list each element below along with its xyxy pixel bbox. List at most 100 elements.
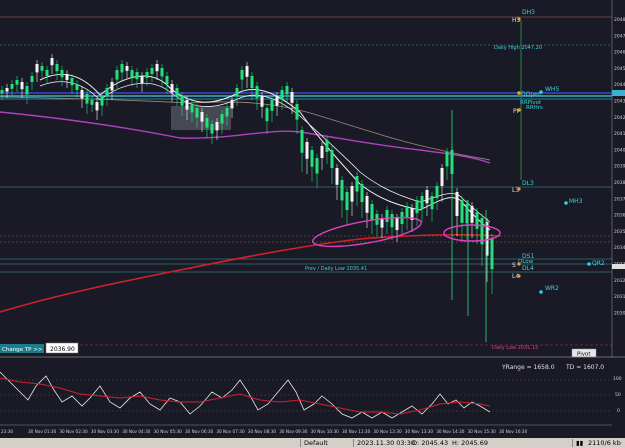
price-tick: 2042: [614, 115, 625, 121]
change-tp-value: 2036.90: [50, 346, 75, 353]
candle-body: [460, 200, 464, 223]
label-prev-daily-low: Prev / Daily Low 2035.41: [305, 266, 367, 272]
price-tick: 2035: [614, 229, 625, 235]
candle-body: [230, 100, 234, 109]
time-tick: 30 Nov 11:30: [342, 429, 371, 434]
candle-body: [295, 104, 299, 120]
price-tick: 2036: [614, 213, 625, 219]
candle-body: [455, 192, 459, 216]
label-wr2: WR2: [545, 285, 559, 292]
candle-body: [435, 186, 439, 198]
candle-body: [395, 218, 399, 230]
time-tick: 23:30: [1, 429, 13, 434]
candle-body: [45, 70, 49, 76]
label-s: S: [512, 262, 516, 269]
candle-body: [95, 102, 99, 111]
time-tick: 30 Nov 12:30: [373, 429, 402, 434]
candle-body: [185, 100, 189, 110]
candle-body: [325, 140, 329, 152]
candle-body: [115, 70, 119, 80]
candle-body: [370, 204, 374, 220]
candle-body: [340, 180, 344, 201]
status-traffic: 2110/6 kb: [588, 439, 621, 447]
candle-body: [120, 64, 124, 73]
time-axis: 23:30 30 Nov 01:30 30 Nov 02:30 30 Nov 03:3…: [1, 429, 528, 434]
candle-body: [305, 142, 309, 159]
candle-body: [440, 168, 444, 186]
status-traffic-icon: ▮▮: [576, 439, 584, 447]
time-tick: 30 Nov 03:30: [91, 429, 120, 434]
label-mh3: MH3: [569, 198, 583, 205]
candle-body: [30, 76, 34, 82]
change-tp-widget[interactable]: Change TP >> 2036.90: [0, 342, 79, 354]
candle-body: [200, 112, 204, 122]
osc-scale-0: 0: [617, 408, 620, 414]
candle-body: [195, 108, 199, 118]
price-tick: 2043: [614, 99, 625, 105]
candle-body: [145, 72, 149, 78]
time-tick: 30 Nov 02:30: [59, 429, 88, 434]
label-daily-high: Daily High 2047.20: [494, 45, 542, 51]
price-tick: 2048: [614, 17, 625, 23]
candle-body: [415, 200, 419, 214]
candle-body: [105, 88, 109, 97]
candle-body: [210, 124, 214, 134]
candle-body: [55, 64, 59, 72]
candle-body: [420, 196, 424, 210]
label-dl4: DL4: [522, 265, 534, 272]
oscillator-yrange: YRange = 1658.0: [501, 364, 555, 371]
candle-body: [300, 130, 304, 153]
price-tick: 2045: [614, 66, 625, 72]
pivot-button[interactable]: Pivot: [571, 348, 597, 358]
candle-body: [430, 196, 434, 210]
candle-body: [260, 96, 264, 107]
candle-body: [65, 74, 69, 80]
candle-body: [330, 150, 334, 168]
trading-chart[interactable]: DH3 H3 Daily High 2047.20 WH5 DOpen RRPi…: [0, 0, 625, 448]
price-tick: 2041: [614, 131, 625, 137]
candle-body: [25, 86, 29, 95]
status-profile: Default: [304, 439, 328, 447]
candle-body: [255, 86, 259, 98]
candle-body: [280, 90, 284, 100]
candle-body: [385, 210, 389, 222]
price-marker-orange: [612, 264, 625, 269]
price-tick: 2031: [614, 294, 625, 300]
candle-body: [365, 196, 369, 213]
candle-body: [140, 76, 144, 84]
candle-body: [15, 80, 19, 85]
price-tick: 2037: [614, 196, 625, 202]
time-tick: 30 Nov 16:30: [499, 429, 528, 434]
candle-body: [335, 168, 339, 185]
candle-body: [70, 78, 74, 86]
candle-body: [10, 84, 14, 89]
candle-body: [470, 206, 474, 223]
time-tick: 30 Nov 08:30: [248, 429, 277, 434]
candle-body: [225, 108, 229, 117]
candle-body: [445, 152, 449, 167]
time-tick: 30 Nov 09:30: [279, 429, 308, 434]
candle-body: [290, 92, 294, 103]
price-tick: 2046: [614, 50, 625, 56]
status-datetime: 2023.11.30 03:30: [357, 439, 416, 447]
candle-body: [180, 96, 184, 106]
candle-body: [320, 146, 324, 158]
candle-body: [310, 150, 314, 167]
candle-body: [160, 68, 164, 77]
candle-body: [345, 192, 349, 210]
candle-body: [190, 104, 194, 113]
time-tick: 30 Nov 01:30: [28, 429, 57, 434]
candle-body: [245, 66, 249, 77]
candle-body: [275, 96, 279, 106]
status-high: H: 2045.69: [452, 439, 489, 447]
candle-body: [50, 58, 54, 66]
price-tick: 2039: [614, 164, 625, 170]
candle-body: [405, 206, 409, 218]
candle-body: [100, 96, 104, 106]
candle-body: [90, 100, 94, 105]
candle-body: [390, 214, 394, 228]
candle-body: [20, 82, 24, 90]
candle-body: [80, 90, 84, 99]
current-price-marker: [612, 90, 625, 96]
candle-body: [175, 88, 179, 97]
